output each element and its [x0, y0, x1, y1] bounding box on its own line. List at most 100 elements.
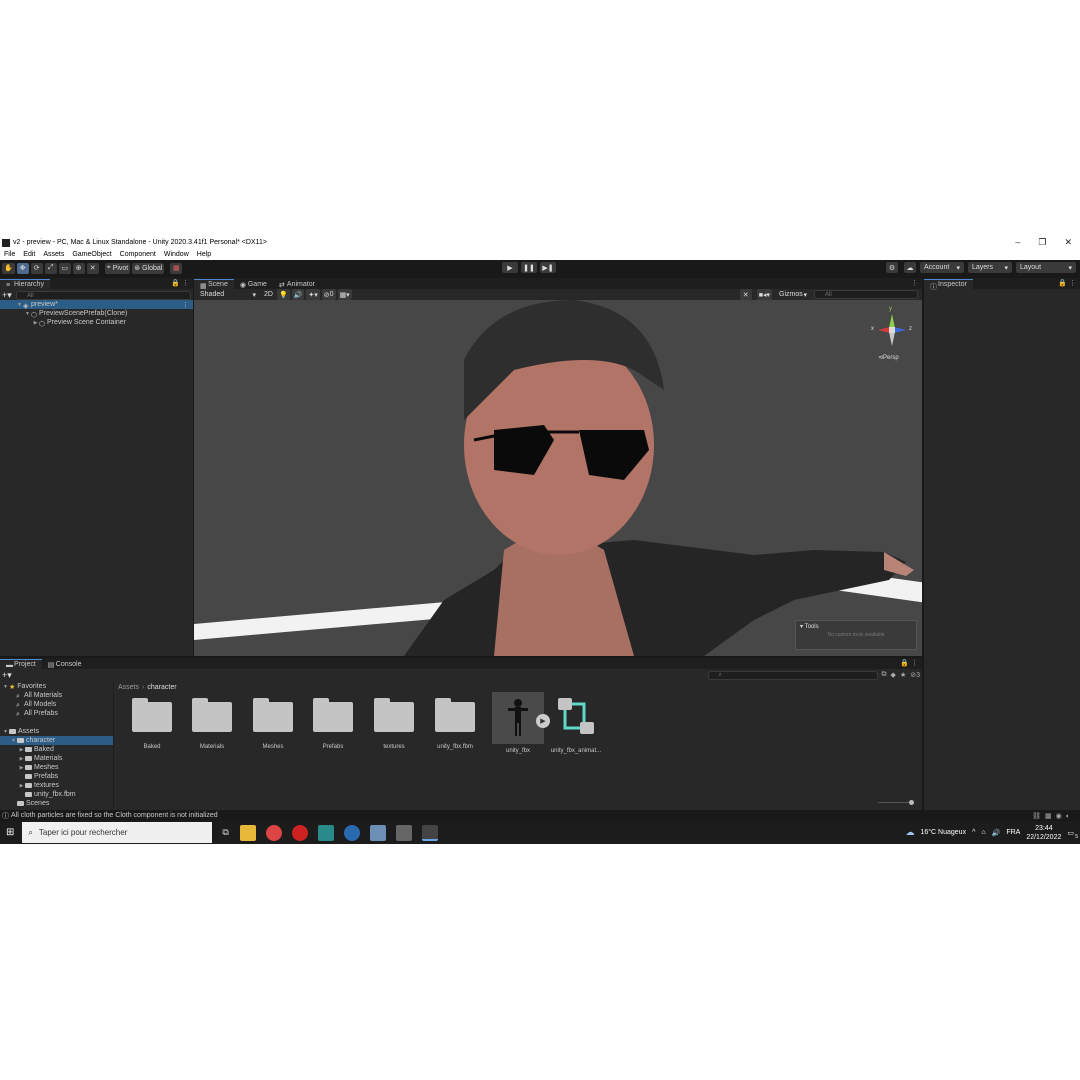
custom-tool-icon[interactable]: ✕ — [86, 262, 99, 274]
menu-gameobject[interactable]: GameObject — [72, 251, 111, 258]
collab-icon[interactable]: ⚙ — [886, 262, 898, 273]
hand-tool-icon[interactable]: ✋ — [2, 262, 15, 274]
hierarchy-search-input[interactable]: All — [16, 291, 191, 300]
kebab-menu-icon[interactable]: ⋮ — [182, 301, 189, 309]
add-icon[interactable]: +▾ — [2, 670, 16, 681]
tab-console[interactable]: ▤ Console — [42, 659, 88, 670]
project-search-input[interactable]: ⌕ — [707, 670, 878, 680]
breadcrumb-character[interactable]: character — [147, 684, 176, 691]
expand-arrow-icon[interactable]: ▼ — [2, 729, 9, 735]
opera-icon[interactable] — [291, 824, 308, 841]
favorites-header[interactable]: ▼ ★ Favorites — [0, 682, 113, 691]
slider-handle[interactable] — [909, 800, 914, 805]
speaker-icon[interactable]: 🔊 — [992, 829, 1001, 837]
pause-button[interactable]: ❚❚ — [521, 262, 537, 273]
task-view-icon[interactable]: ⧉ — [222, 827, 228, 838]
collapse-arrow-icon[interactable]: ▾ — [800, 624, 803, 630]
file-explorer-icon[interactable] — [239, 824, 256, 841]
tab-project[interactable]: ▬ Project — [0, 659, 42, 669]
expand-arrow-icon[interactable]: ▼ — [16, 302, 23, 308]
effects-icon[interactable]: ✦▾ — [306, 289, 320, 300]
status-message[interactable]: All cloth particles are fixed so the Clo… — [11, 812, 218, 819]
maximize-button[interactable]: ❐ — [1038, 236, 1046, 249]
tree-item-fbm[interactable]: unity_fbx.fbm — [0, 790, 113, 799]
unity-hub-icon[interactable] — [395, 824, 412, 841]
tree-item-meshes[interactable]: ▶ Meshes — [0, 763, 113, 772]
rotate-tool-icon[interactable]: ⟳ — [30, 262, 43, 274]
menu-edit[interactable]: Edit — [23, 251, 35, 258]
gizmos-dropdown[interactable]: Gizmos ▾ — [775, 289, 811, 300]
layers-dropdown[interactable]: Layers ▾ — [968, 262, 1012, 273]
menu-assets[interactable]: Assets — [43, 251, 64, 258]
scene-search-input[interactable]: All — [814, 290, 918, 299]
asset-folder-meshes[interactable]: Meshes — [243, 694, 303, 764]
hierarchy-item-preview[interactable]: ▼ ◈ preview* ⋮ — [0, 300, 193, 310]
close-button[interactable]: ✕ — [1064, 236, 1072, 249]
unity-editor-taskbar-icon[interactable] — [421, 824, 438, 841]
status-icons[interactable]: ⛓▦◉◐ — [1032, 812, 1074, 820]
clock[interactable]: 23:44 22/12/2022 — [1026, 824, 1061, 842]
asset-animator-controller[interactable]: unity_fbx_animat... — [546, 692, 606, 762]
collapse-arrow-icon[interactable]: ▶ — [18, 783, 25, 789]
grid-snap-icon[interactable]: ▦ — [170, 262, 183, 274]
kebab-menu-icon[interactable]: 🔒 ⋮ — [1058, 279, 1076, 287]
tab-game[interactable]: ◉ Game — [234, 279, 273, 290]
asset-folder-textures[interactable]: textures — [364, 694, 424, 764]
notification-icon[interactable]: ▭ 5 — [1067, 829, 1078, 840]
transform-tool-icon[interactable]: ⊕ — [72, 262, 85, 274]
calculator-icon[interactable] — [369, 824, 386, 841]
hidden-packages-icon[interactable]: ⊘3 — [910, 671, 920, 679]
language-indicator[interactable]: FRA — [1006, 829, 1020, 836]
favorite-star-icon[interactable]: ★ — [900, 671, 906, 679]
collapse-arrow-icon[interactable]: ▶ — [18, 756, 25, 762]
menu-window[interactable]: Window — [164, 251, 189, 258]
tree-item-materials[interactable]: ▶ Materials — [0, 754, 113, 763]
expand-arrow-icon[interactable]: ▼ — [24, 311, 31, 317]
hidden-objects-icon[interactable]: ⊘ 0 — [321, 289, 336, 300]
orientation-gizmo[interactable]: y x z ⊲Persp — [870, 306, 914, 364]
audio-icon[interactable]: 🔊 — [291, 289, 305, 300]
taskbar-search-input[interactable]: ⌕ Taper ici pour rechercher — [22, 822, 213, 843]
shading-mode-dropdown[interactable]: Shaded ▾ — [196, 289, 260, 300]
hierarchy-item-container[interactable]: ▶ ⬡ Preview Scene Container — [0, 318, 193, 328]
move-tool-icon[interactable]: ✥ — [16, 262, 29, 274]
menu-file[interactable]: File — [4, 251, 15, 258]
collapse-arrow-icon[interactable]: ▶ — [18, 747, 25, 753]
windows-start-icon[interactable]: ⊞ — [6, 827, 14, 838]
tree-item-scenes[interactable]: Scenes — [0, 799, 113, 808]
hierarchy-item-prefab[interactable]: ▼ ⬡ PreviewScenePrefab(Clone) — [0, 309, 193, 319]
favorite-item[interactable]: ⌕ All Models — [0, 700, 113, 709]
rect-tool-icon[interactable]: ▭ — [58, 262, 71, 274]
cloud-icon[interactable]: ☁ — [904, 262, 916, 273]
asset-folder-fbm[interactable]: unity_fbx.fbm — [425, 694, 485, 764]
favorite-item[interactable]: ⌕ All Prefabs — [0, 709, 113, 718]
kebab-menu-icon[interactable]: 🔒 ⋮ — [900, 659, 918, 667]
collapse-arrow-icon[interactable]: ▶ — [32, 320, 39, 326]
tree-item-character[interactable]: ▼ character — [0, 736, 113, 745]
tree-item-textures[interactable]: ▶ textures — [0, 781, 113, 790]
tree-item-prefabs[interactable]: Prefabs — [0, 772, 113, 781]
2d-toggle[interactable]: 2D — [262, 289, 275, 300]
tab-inspector[interactable]: ⓘ Inspector — [924, 279, 973, 291]
pivot-toggle[interactable]: ⌖ Pivot — [104, 262, 131, 274]
network-icon[interactable]: ⌂ — [981, 829, 985, 836]
asset-folder-baked[interactable]: Baked — [122, 694, 182, 764]
chevron-up-icon[interactable]: ^ — [972, 829, 975, 836]
global-toggle[interactable]: ⊛ Global — [132, 262, 165, 274]
weather-text[interactable]: 16°C Nuageux — [920, 829, 966, 836]
kebab-menu-icon[interactable]: ⋮ — [911, 279, 918, 287]
play-button[interactable]: ▶ — [502, 262, 518, 273]
thumbnail-size-slider[interactable] — [878, 800, 914, 806]
step-button[interactable]: ▶❚ — [540, 262, 556, 273]
filter-by-label-icon[interactable]: ◆ — [891, 671, 896, 679]
expand-arrow-icon[interactable]: ▼ — [2, 684, 9, 690]
app-c-icon[interactable] — [343, 824, 360, 841]
breadcrumb-assets[interactable]: Assets — [118, 684, 139, 691]
character-model[interactable] — [194, 300, 922, 656]
minimize-button[interactable]: – — [1015, 236, 1020, 249]
tab-animator[interactable]: ⇄ Animator — [273, 279, 321, 290]
scene-viewport[interactable]: y x z ⊲Persp ▾ Tools No custom tools ava… — [194, 300, 922, 656]
camera-icon[interactable]: ■◂▾ — [756, 289, 772, 300]
tree-item-baked[interactable]: ▶ Baked — [0, 745, 113, 754]
tab-scene[interactable]: ▦ Scene — [194, 279, 234, 290]
